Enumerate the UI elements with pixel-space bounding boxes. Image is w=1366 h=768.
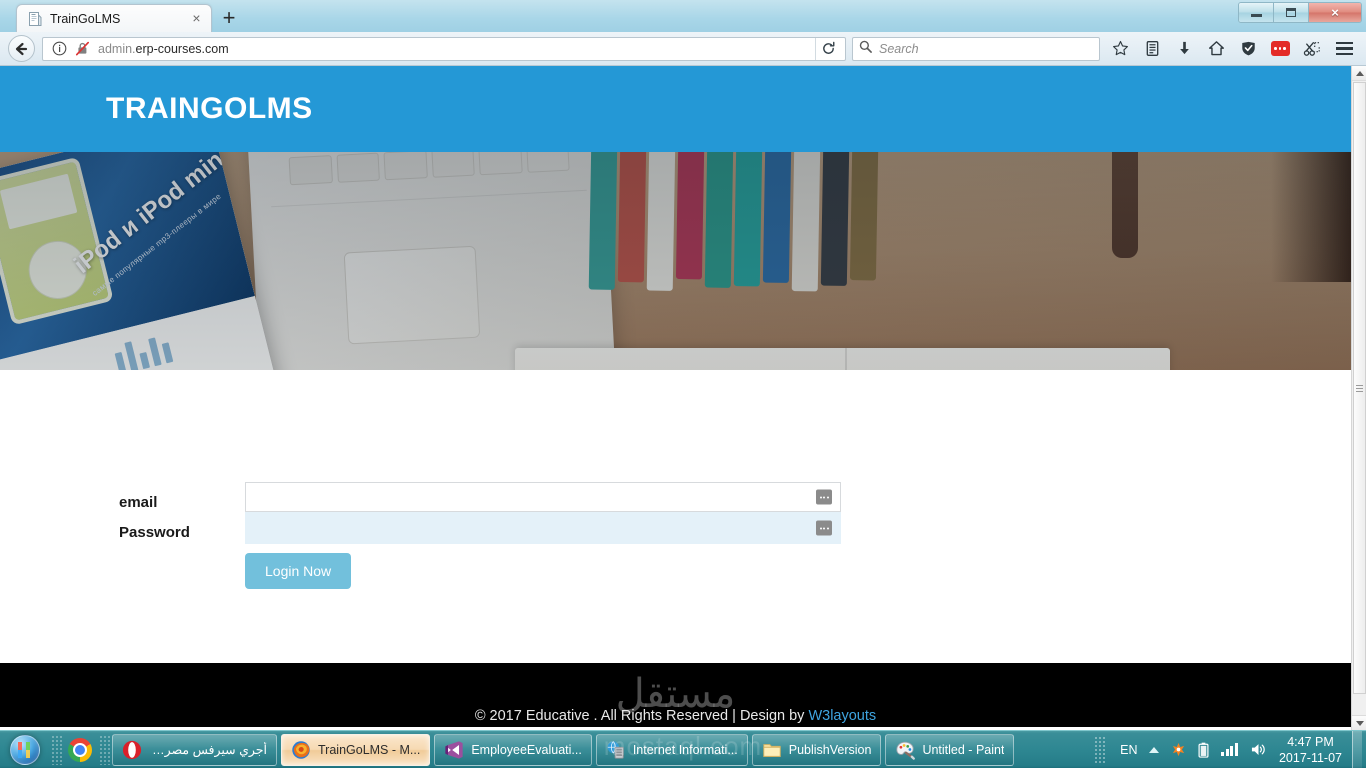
show-hidden-icons-button[interactable] — [1143, 731, 1165, 768]
tab-title: TrainGoLMS — [50, 11, 121, 26]
volume-tray-icon[interactable] — [1244, 731, 1273, 768]
bookmark-star-icon[interactable] — [1104, 34, 1136, 64]
taskbar-opera[interactable]: أجري سيرفس مصر -... — [112, 733, 277, 766]
back-button[interactable] — [6, 34, 36, 64]
downloads-icon[interactable] — [1168, 34, 1200, 64]
info-icon[interactable] — [51, 40, 68, 57]
site-footer: مستقل © 2017 Educative . All Rights Rese… — [0, 663, 1351, 727]
page-viewport: TRAINGOLMS iPod и iPod mini — [0, 66, 1366, 730]
hero-banner-image: iPod и iPod mini самые популярные mp3-пл… — [0, 152, 1351, 370]
search-placeholder: Search — [879, 41, 919, 56]
paint-palette-icon — [896, 741, 916, 760]
firefox-icon — [292, 740, 310, 759]
back-arrow-icon — [7, 35, 35, 62]
hero-overlay — [0, 152, 1351, 370]
system-tray: EN 4:47 PM 2017-11-07 — [1094, 731, 1366, 768]
autofill-dots-icon[interactable] — [816, 520, 832, 536]
browser-window: TrainGoLMS × + × admin.erp-courses.com S… — [0, 0, 1366, 730]
start-button[interactable] — [0, 731, 50, 768]
windows-start-orb-icon — [10, 734, 40, 765]
window-controls: × — [1238, 2, 1362, 23]
opera-icon — [122, 740, 142, 759]
email-label: email — [119, 494, 158, 511]
iis-manager-icon — [607, 740, 624, 759]
scroll-down-arrow-icon[interactable] — [1352, 715, 1366, 730]
clock-time: 4:47 PM — [1287, 734, 1334, 749]
taskbar-visualstudio[interactable]: EmployeeEvaluati... — [434, 733, 592, 766]
taskbar-label: Untitled - Paint — [922, 742, 1005, 757]
url-subdomain: admin. — [98, 41, 136, 56]
show-desktop-button[interactable] — [1352, 731, 1362, 768]
navigation-toolbar: admin.erp-courses.com Search — [0, 32, 1366, 66]
tab-strip: TrainGoLMS × + × — [0, 0, 1366, 32]
menu-hamburger-icon[interactable] — [1328, 34, 1360, 64]
clock-date: 2017-11-07 — [1278, 750, 1342, 765]
password-row: Password — [119, 512, 841, 544]
password-input[interactable] — [245, 512, 841, 544]
network-signal-tray-icon[interactable] — [1215, 731, 1244, 768]
login-button[interactable]: Login Now — [245, 553, 352, 589]
clock[interactable]: 4:47 PM 2017-11-07 — [1273, 734, 1352, 766]
document-icon — [27, 11, 43, 27]
url-text: admin.erp-courses.com — [98, 42, 815, 56]
new-tab-button[interactable]: + — [214, 4, 244, 32]
browser-tab[interactable]: TrainGoLMS × — [16, 4, 212, 32]
library-icon[interactable] — [1136, 34, 1168, 64]
footer-copyright: © 2017 Educative . All Rights Reserved |… — [0, 708, 1351, 724]
antivirus-tray-icon[interactable] — [1165, 731, 1192, 768]
email-row: email — [119, 482, 841, 512]
battery-tray-icon[interactable] — [1192, 731, 1215, 768]
quicklaunch-chrome[interactable] — [62, 731, 98, 768]
address-bar[interactable]: admin.erp-courses.com — [42, 36, 846, 61]
folder-icon — [763, 743, 781, 757]
maximize-button[interactable] — [1274, 3, 1309, 22]
taskbar-firefox[interactable]: TrainGoLMS - M... — [281, 733, 431, 766]
password-label: Password — [119, 524, 190, 541]
login-section: email Password Login Now — [0, 370, 1351, 663]
url-domain: erp-courses.com — [135, 41, 229, 56]
tray-grip[interactable] — [1094, 735, 1107, 764]
taskbar-paint[interactable]: Untitled - Paint — [885, 733, 1015, 766]
reload-icon[interactable] — [815, 37, 841, 60]
close-icon[interactable]: × — [188, 10, 205, 27]
taskbar-label: أجري سيرفس مصر -... — [149, 743, 267, 757]
taskbar-label: PublishVersion — [788, 742, 872, 757]
chrome-icon — [68, 737, 92, 762]
taskbar-explorer[interactable]: PublishVersion — [751, 733, 882, 766]
close-x-icon: × — [1331, 5, 1339, 20]
site-header: TRAINGOLMS — [0, 66, 1351, 152]
login-form: email Password Login Now — [119, 482, 841, 589]
windows-taskbar: mostaql.com أجري سيرفس مصر -... TrainGoL… — [0, 730, 1366, 768]
minimize-button[interactable] — [1239, 3, 1274, 22]
home-icon[interactable] — [1200, 34, 1232, 64]
taskbar-label: Internet Informati... — [632, 742, 738, 757]
close-window-button[interactable]: × — [1309, 3, 1361, 22]
web-page: TRAINGOLMS iPod и iPod mini — [0, 66, 1351, 730]
search-bar[interactable]: Search — [852, 36, 1100, 61]
language-indicator[interactable]: EN — [1114, 731, 1143, 768]
toolbar-grip[interactable] — [50, 734, 62, 765]
scroll-up-arrow-icon[interactable] — [1352, 66, 1366, 81]
screenshot-scissors-icon[interactable] — [1296, 34, 1328, 64]
pocket-icon[interactable] — [1264, 34, 1296, 64]
footer-text: © 2017 Educative . All Rights Reserved |… — [474, 708, 809, 724]
autofill-dots-icon[interactable] — [816, 489, 832, 505]
taskbar-iis[interactable]: Internet Informati... — [595, 733, 748, 766]
taskbar-label: EmployeeEvaluati... — [471, 742, 582, 757]
page-scrollbar[interactable] — [1351, 66, 1366, 730]
taskbar-label: TrainGoLMS - M... — [318, 742, 421, 757]
scroll-thumb[interactable] — [1353, 82, 1366, 694]
sync-shield-icon[interactable] — [1232, 34, 1264, 64]
visual-studio-icon — [445, 740, 463, 759]
email-input[interactable] — [245, 482, 841, 512]
site-logo[interactable]: TRAINGOLMS — [106, 92, 313, 126]
w3layouts-link[interactable]: W3layouts — [808, 708, 876, 724]
crossed-lock-icon[interactable] — [74, 40, 91, 57]
toolbar-grip[interactable] — [98, 734, 110, 765]
search-icon — [859, 40, 872, 58]
